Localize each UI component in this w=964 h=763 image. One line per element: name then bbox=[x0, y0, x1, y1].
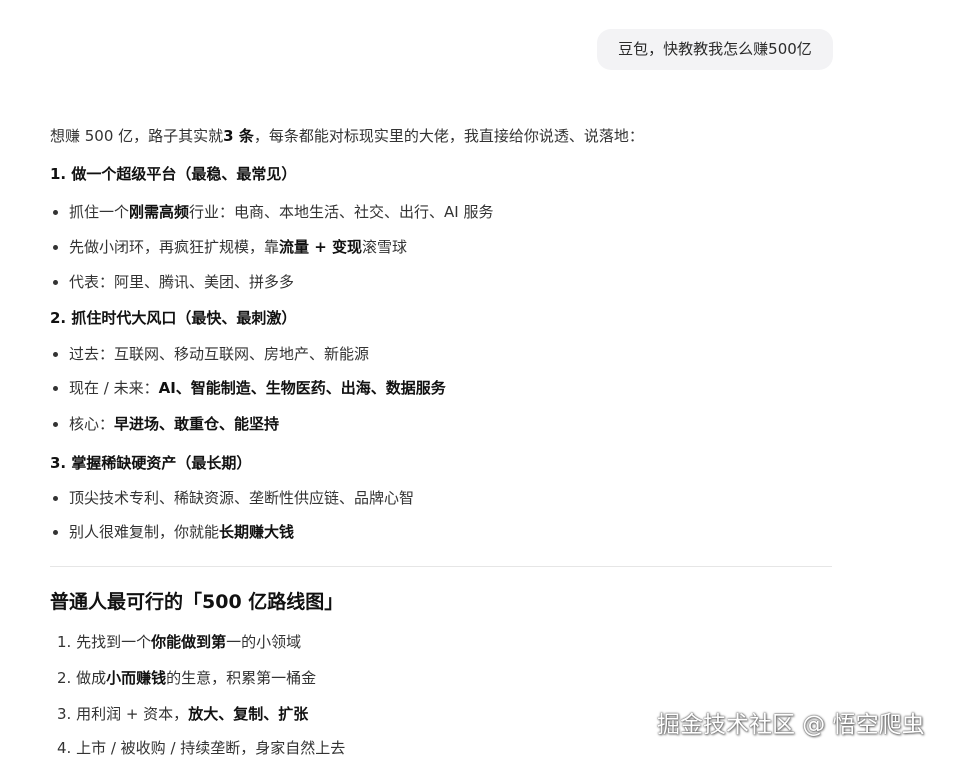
bullet-text: 先做小闭环，再疯狂扩规模，靠 bbox=[69, 238, 280, 256]
bullet-dot bbox=[53, 422, 58, 427]
bullet-bold: 早进场、敢重仓、能坚持 bbox=[114, 415, 280, 433]
roadmap-step: 3. 用利润 + 资本，放大、复制、扩张 bbox=[57, 704, 308, 724]
bullet-dot bbox=[53, 496, 58, 501]
step-text: 4. 上市 / 被收购 / 持续垄断，身家自然上去 bbox=[57, 739, 346, 757]
user-message-text: 豆包，快教教我怎么赚500亿 bbox=[618, 40, 812, 58]
intro-part-1: 想赚 500 亿，路子其实就 bbox=[50, 127, 224, 145]
bullet-bold: AI、智能制造、生物医药、出海、数据服务 bbox=[158, 379, 446, 397]
bullet-text: 现在 / 未来： bbox=[69, 379, 159, 397]
step-bold: 小而赚钱 bbox=[106, 669, 167, 687]
bullet-bold: 流量 + 变现 bbox=[279, 238, 363, 256]
bullet-text: 抓住一个 bbox=[69, 203, 130, 221]
bullet-text: 别人很难复制，你就能 bbox=[69, 523, 220, 541]
step-text: 的生意，积累第一桶金 bbox=[166, 669, 317, 687]
user-message-bubble: 豆包，快教教我怎么赚500亿 bbox=[597, 29, 833, 70]
bullet-text: 顶尖技术专利、稀缺资源、垄断性供应链、品牌心智 bbox=[69, 489, 415, 507]
section-heading: 2. 抓住时代大风口（最快、最刺激） bbox=[50, 309, 297, 327]
bullet-text: 核心： bbox=[69, 415, 115, 433]
bullet-dot bbox=[53, 210, 58, 215]
bullet-dot bbox=[53, 530, 58, 535]
step-text: 1. 先找到一个 bbox=[57, 633, 152, 651]
step-text: 一的小领域 bbox=[226, 633, 302, 651]
section-heading: 3. 掌握稀缺硬资产（最长期） bbox=[50, 454, 252, 472]
section-divider bbox=[50, 566, 832, 567]
bullet-text: 代表：阿里、腾讯、美团、拼多多 bbox=[69, 273, 295, 291]
roadmap-step: 1. 先找到一个你能做到第一的小领域 bbox=[57, 632, 301, 652]
intro-part-3: ，每条都能对标现实里的大佬，我直接给你说透、说落地： bbox=[253, 127, 644, 145]
bullet-bold: 刚需高频 bbox=[129, 203, 190, 221]
bullet-text: 滚雪球 bbox=[362, 238, 408, 256]
step-bold: 放大、复制、扩张 bbox=[188, 705, 309, 723]
bullet-bold: 长期赚大钱 bbox=[219, 523, 295, 541]
bullet-dot bbox=[53, 386, 58, 391]
watermark: 掘金技术社区 @ 悟空爬虫 bbox=[657, 712, 925, 738]
step-bold: 你能做到第 bbox=[151, 633, 227, 651]
bullet-dot bbox=[53, 352, 58, 357]
bullet-dot bbox=[53, 280, 58, 285]
step-text: 2. 做成 bbox=[57, 669, 107, 687]
bullet-text: 过去：互联网、移动互联网、房地产、新能源 bbox=[69, 345, 370, 363]
answer-intro: 想赚 500 亿，路子其实就3 条，每条都能对标现实里的大佬，我直接给你说透、说… bbox=[50, 126, 644, 146]
roadmap-title: 普通人最可行的「500 亿路线图」 bbox=[50, 591, 344, 613]
roadmap-step: 2. 做成小而赚钱的生意，积累第一桶金 bbox=[57, 668, 316, 688]
intro-part-2: 3 条 bbox=[223, 127, 254, 145]
section-heading: 1. 做一个超级平台（最稳、最常见） bbox=[50, 165, 297, 183]
bullet-dot bbox=[53, 245, 58, 250]
bullet-text: 行业：电商、本地生活、社交、出行、AI 服务 bbox=[189, 203, 494, 221]
step-text: 3. 用利润 + 资本， bbox=[57, 705, 189, 723]
roadmap-step: 4. 上市 / 被收购 / 持续垄断，身家自然上去 bbox=[57, 738, 345, 758]
